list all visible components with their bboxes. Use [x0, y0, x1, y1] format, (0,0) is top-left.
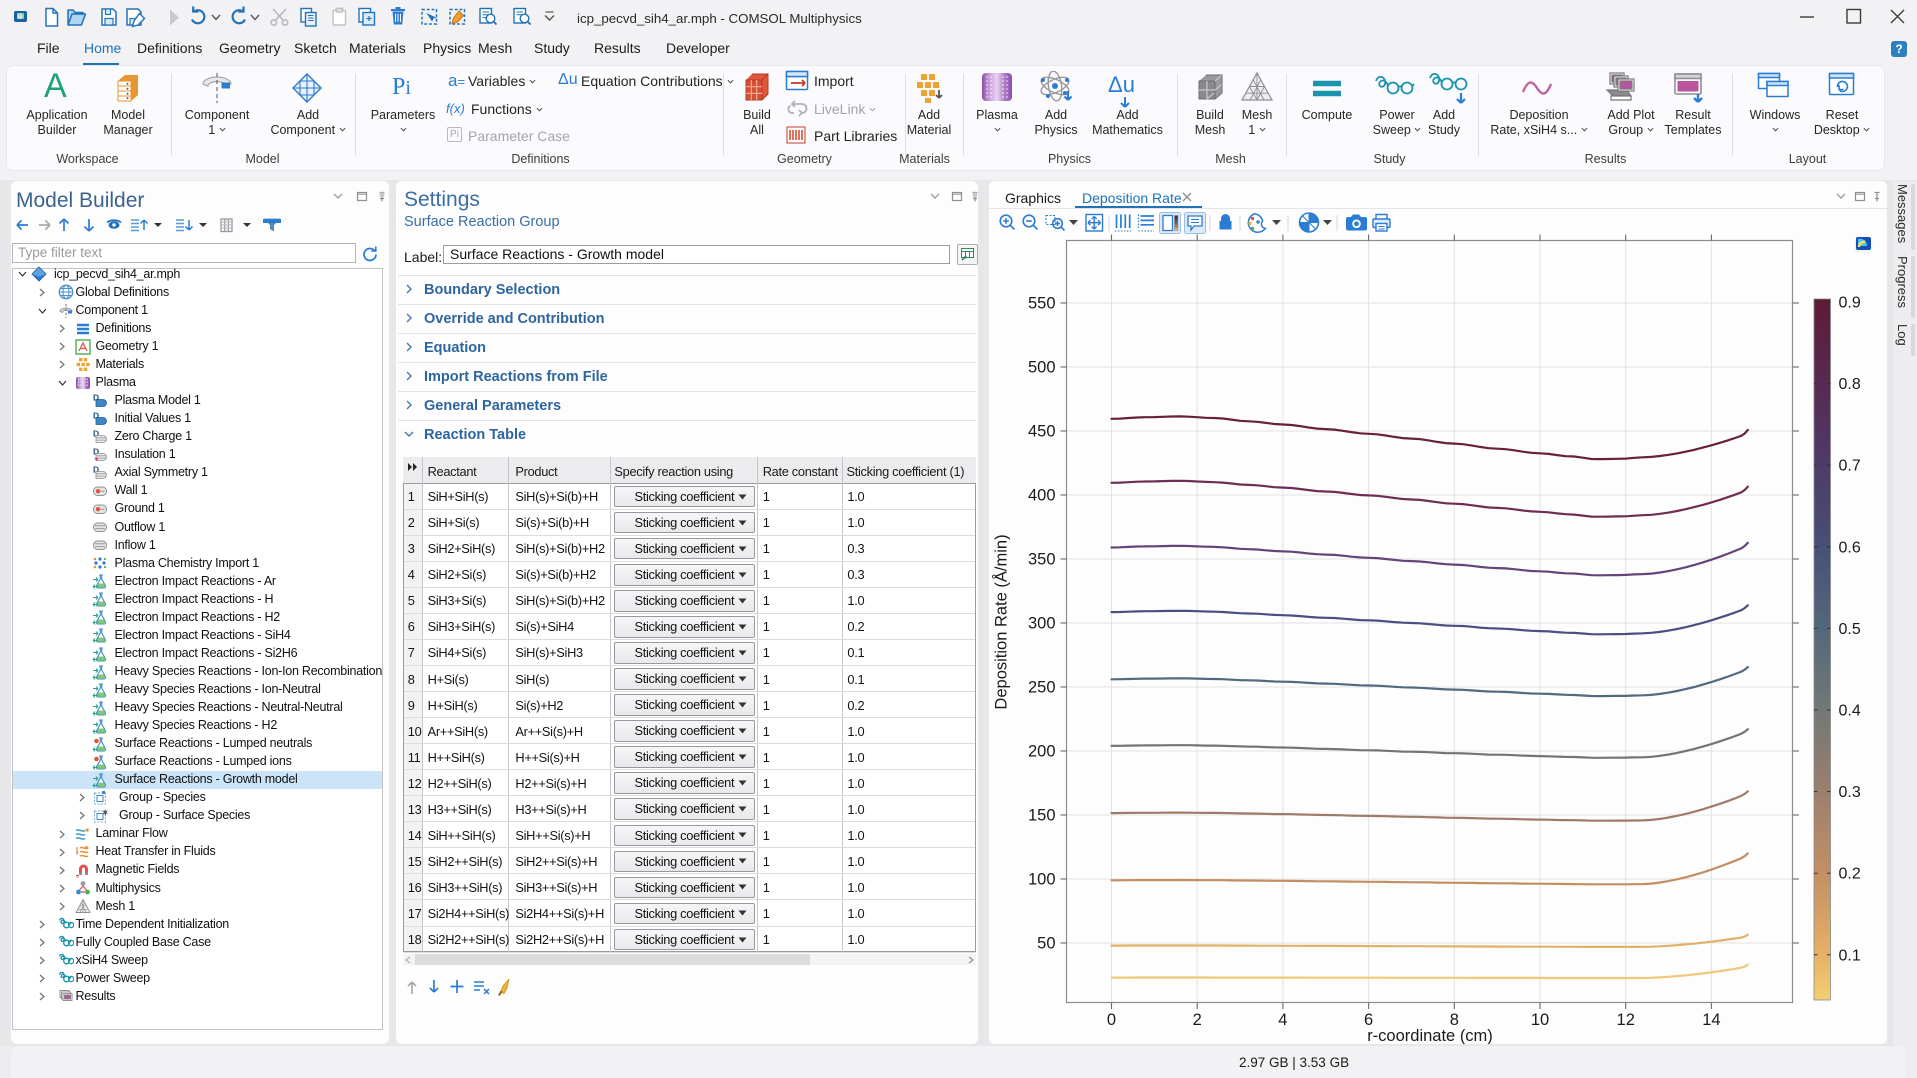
svg-text:0.4: 0.4 — [1839, 703, 1861, 720]
svg-text:0.3: 0.3 — [1839, 784, 1861, 801]
svg-text:0.9: 0.9 — [1839, 295, 1861, 312]
svg-text:2: 2 — [1193, 1011, 1202, 1029]
svg-text:150: 150 — [1028, 807, 1056, 825]
svg-text:500: 500 — [1028, 359, 1056, 377]
svg-text:50: 50 — [1037, 935, 1055, 953]
svg-text:200: 200 — [1028, 743, 1056, 761]
svg-text:100: 100 — [1028, 871, 1056, 889]
svg-text:0.2: 0.2 — [1839, 866, 1861, 883]
svg-text:12: 12 — [1617, 1011, 1635, 1029]
svg-text:10: 10 — [1531, 1011, 1549, 1029]
svg-text:0.6: 0.6 — [1839, 539, 1861, 556]
svg-text:14: 14 — [1702, 1011, 1720, 1029]
svg-text:0: 0 — [1107, 1011, 1116, 1029]
svg-text:0.7: 0.7 — [1839, 458, 1861, 475]
svg-text:0.1: 0.1 — [1839, 947, 1861, 964]
svg-text:400: 400 — [1028, 487, 1056, 505]
svg-text:250: 250 — [1028, 679, 1056, 697]
svg-text:550: 550 — [1028, 295, 1056, 313]
svg-text:r-coordinate (cm): r-coordinate (cm) — [1367, 1027, 1493, 1044]
svg-text:Deposition Rate (Å/min): Deposition Rate (Å/min) — [992, 534, 1011, 709]
svg-text:4: 4 — [1278, 1011, 1287, 1029]
svg-text:450: 450 — [1028, 423, 1056, 441]
svg-text:0.8: 0.8 — [1839, 376, 1861, 393]
svg-text:0.5: 0.5 — [1839, 621, 1861, 638]
svg-text:350: 350 — [1028, 551, 1056, 569]
svg-text:300: 300 — [1028, 615, 1056, 633]
